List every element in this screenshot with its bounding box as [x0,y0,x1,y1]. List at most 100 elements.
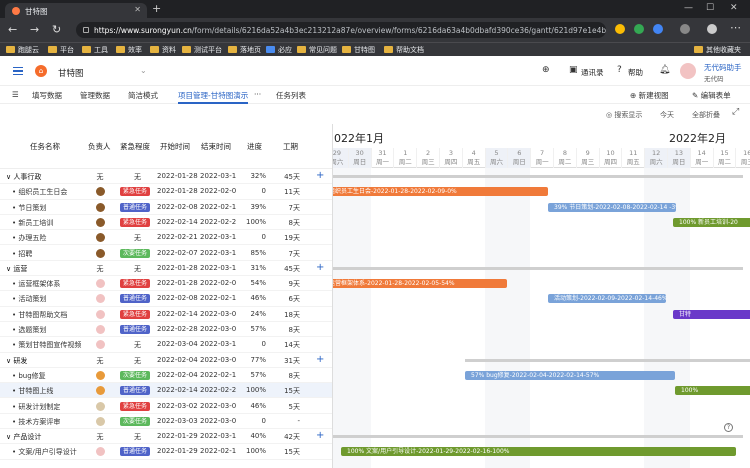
tab-fill-data[interactable]: 填写数据 [32,90,62,101]
edit-form-button[interactable]: ✎ 编辑表单 [692,90,731,101]
task-name[interactable]: • 甘特图上线 [6,386,86,396]
bookmark-item[interactable]: 必应 [266,45,292,55]
task-name[interactable]: • 甘特图帮助文档 [6,310,86,320]
table-row[interactable]: • 运营框架体系 紧急任务 2022-01-28 2022-02-0 54% 9… [0,276,332,292]
group-summary-bar[interactable] [333,175,743,178]
bookmark-item[interactable]: 帮助文档 [384,45,424,55]
table-row[interactable]: • 节日策划 普通任务 2022-02-08 2022-02-1 39% 7天 [0,200,332,215]
task-name[interactable]: • 技术方案评审 [6,417,86,427]
extension-icon-2[interactable] [634,24,644,34]
bookmark-item[interactable]: 落地页 [228,45,261,55]
task-name[interactable]: • 选题策划 [6,325,86,335]
table-row[interactable]: • 甘特图帮助文档 紧急任务 2022-02-14 2022-03-0 24% … [0,307,332,322]
task-name[interactable]: • 组织员工生日会 [6,187,86,197]
help-circle-icon[interactable]: ? [724,423,733,432]
table-row[interactable]: ∨ 人事行政 无 无 2022-01-28 2022-03-1 32% 45天 … [0,169,332,185]
task-name[interactable]: • 新员工培训 [6,218,86,228]
table-row[interactable]: ∨ 研发 无 无 2022-02-04 2022-03-0 77% 31天 + [0,353,332,368]
new-tab-icon[interactable]: + [152,2,161,15]
bookmark-other[interactable]: 其他收藏夹 [694,45,741,55]
task-bar[interactable]: 100% 文案/用户引导设计-2022-01-29-2022-02-16-100… [341,447,736,457]
task-name[interactable]: • 文案/用户引导设计 [6,447,86,457]
fullscreen-icon[interactable]: ⤢ [732,107,739,117]
task-bar[interactable]: 运营框架体系-2022-01-28-2022-02-05-54% [333,279,507,289]
menu-icon[interactable] [13,67,23,75]
task-bar[interactable]: 甘特 [673,309,750,319]
home-icon[interactable]: ⌂ [35,65,47,77]
task-name[interactable]: • 运营框架体系 [6,279,86,289]
task-bar[interactable]: 57% bug修复-2022-02-04-2022-02-14-57% [465,370,675,380]
minimize-icon[interactable]: — [684,3,693,13]
back-icon[interactable]: ← [8,23,17,36]
help-icon[interactable]: ? [617,65,622,75]
today-button[interactable]: 今天 [660,110,674,120]
browser-tab[interactable]: 甘特图 ✕ [5,3,147,18]
task-bar[interactable]: 100% 新员工培训-20 [673,217,750,227]
url-input[interactable]: https://www.surongyun.cn/form/details/62… [76,22,606,38]
task-name[interactable]: • 节日策划 [6,203,86,213]
task-name[interactable]: • bug修复 [6,371,86,381]
favorites-icon[interactable] [680,24,690,34]
menu-dots-icon[interactable]: ⋯ [730,21,741,34]
contacts-label[interactable]: 通讯录 [581,67,604,78]
task-name[interactable]: • 办理五险 [6,233,86,243]
table-row[interactable]: • bug修复 次要任务 2022-02-04 2022-02-1 57% 8天 [0,368,332,384]
user-name[interactable]: 无代码助手 [704,62,742,73]
bell-icon[interactable]: 🔔︎ [659,65,670,75]
task-bar[interactable]: 100% [675,386,750,396]
new-view-button[interactable]: ⊕ 新建视图 [630,90,669,101]
extension-icon-3[interactable] [653,24,663,34]
tab-gantt-demo[interactable]: 项目管理-甘特图演示 [178,90,249,104]
extension-icon[interactable] [615,24,625,34]
collapse-all-button[interactable]: 全部折叠 [692,110,720,120]
group-summary-bar[interactable] [465,358,750,362]
task-name[interactable]: ∨ 研发 [6,356,86,366]
table-row[interactable]: • 办理五险 无 2022-02-21 2022-03-1 0 19天 [0,230,332,246]
tab-manage-data[interactable]: 管理数据 [80,90,110,101]
add-icon[interactable]: ⊕ [542,65,550,75]
bookmark-item[interactable]: 效率 [116,45,142,55]
close-window-icon[interactable]: ✕ [730,3,738,13]
more-tabs-icon[interactable]: ··· [254,90,261,99]
add-task-icon[interactable]: + [316,430,324,441]
task-name[interactable]: ∨ 人事行政 [6,172,86,182]
bookmark-item[interactable]: 跑腿云 [6,45,39,55]
forward-icon[interactable]: → [30,23,39,36]
bookmark-item[interactable]: 常见问题 [297,45,337,55]
bookmark-item[interactable]: 测试平台 [182,45,222,55]
task-bar[interactable]: 39% 节日策划-2022-02-08-2022-02-14 -39% [548,202,676,212]
bookmark-item[interactable]: 资料 [150,45,176,55]
table-row[interactable]: • 策划甘特图宣传视频 无 2022-03-04 2022-03-1 0 14天 [0,337,332,353]
table-row[interactable]: • 选题策划 普通任务 2022-02-28 2022-03-0 57% 8天 [0,322,332,338]
task-name[interactable]: • 研发计划制定 [6,402,86,412]
bookmark-item[interactable]: 工具 [82,45,108,55]
table-row[interactable]: • 招聘 次要任务 2022-02-07 2022-03-1 85% 7天 [0,246,332,261]
help-label[interactable]: 帮助 [628,67,643,78]
table-row[interactable]: • 研发计划制定 紧急任务 2022-03-02 2022-03-0 46% 5… [0,399,332,414]
add-task-icon[interactable]: + [316,354,324,365]
table-row[interactable]: • 活动策划 普通任务 2022-02-08 2022-02-1 46% 6天 [0,291,332,307]
table-row[interactable]: • 新员工培训 紧急任务 2022-02-14 2022-02-2 100% 8… [0,215,332,231]
task-name[interactable]: • 活动策划 [6,294,86,304]
bookmark-item[interactable]: 平台 [48,45,74,55]
tab-task-list[interactable]: 任务列表 [276,90,306,101]
add-task-icon[interactable]: + [316,262,324,273]
reload-icon[interactable]: ↻ [52,23,61,36]
profile-icon[interactable] [707,24,717,34]
task-name[interactable]: ∨ 运营 [6,264,86,274]
add-task-icon[interactable]: + [316,170,324,181]
task-bar[interactable]: 活动策划-2022-02-09-2022-02-14-46% [548,294,666,304]
task-name[interactable]: • 招聘 [6,249,86,259]
task-name[interactable]: ∨ 产品设计 [6,432,86,442]
table-row[interactable]: ∨ 产品设计 无 无 2022-01-29 2022-03-1 40% 42天 … [0,429,332,445]
close-tab-icon[interactable]: ✕ [134,5,141,14]
table-row[interactable]: • 技术方案评审 次要任务 2022-03-03 2022-03-0 0 - [0,414,332,430]
search-display-button[interactable]: ◎ 搜索显示 [606,110,642,120]
group-summary-bar[interactable] [333,266,743,270]
table-row[interactable]: • 文案/用户引导设计 普通任务 2022-01-29 2022-02-1 10… [0,444,332,460]
group-summary-bar[interactable] [333,435,743,439]
list-icon[interactable]: ☰ [12,90,19,99]
task-bar[interactable]: 组织员工生日会-2022-01-28-2022-02-09-0% [333,187,548,197]
tab-simple-mode[interactable]: 简洁模式 [128,90,158,101]
table-row[interactable]: • 组织员工生日会 紧急任务 2022-01-28 2022-02-0 0 11… [0,184,332,200]
